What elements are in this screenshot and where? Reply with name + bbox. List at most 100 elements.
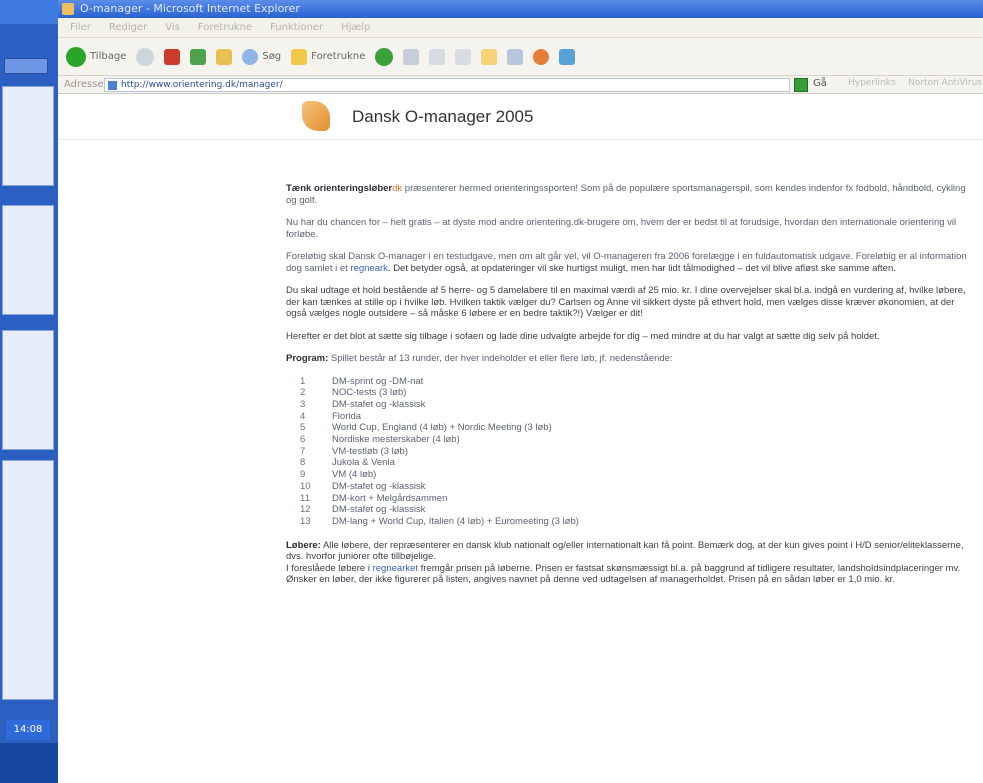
site-logo [302, 101, 330, 131]
forward-arrow-icon[interactable] [136, 47, 155, 66]
folder-icon[interactable] [481, 48, 498, 65]
history-icon[interactable] [403, 48, 420, 65]
list-item: 3 DM-stafet og -klassisk [300, 399, 976, 411]
list-item: 13 DM-lang + World Cup, Italien (4 løb) +… [300, 516, 976, 528]
round-number: 5 [300, 422, 306, 434]
address-url: http://www.orientering.dk/manager/ [121, 80, 283, 90]
round-number: 11 [300, 492, 310, 504]
loebere-a: Alle løbere, der repræsenterer en dansk … [286, 539, 964, 563]
loebere-paragraph: Løbere: Alle løbere, der repræsenterer e… [286, 540, 976, 586]
favorites-label: Foretrukne [311, 51, 366, 62]
back-button[interactable]: Tilbage [66, 46, 127, 67]
research-icon[interactable] [533, 48, 550, 65]
menu-help[interactable]: Hjælp [341, 22, 370, 33]
taskbar-panel [2, 330, 54, 450]
list-item: 12 DM-stafet og -klassisk [300, 504, 976, 516]
round-number: 13 [300, 515, 311, 527]
round-text: VM-testløb (3 løb) [332, 445, 409, 457]
round-text: DM-stafet og -klassisk [332, 398, 426, 410]
back-label: Tilbage [90, 51, 127, 62]
taskbar-panel [2, 460, 54, 700]
favorites-button[interactable]: Foretrukne [291, 48, 366, 65]
main-content: Tænk orienteringsløberdk præsenterer her… [286, 183, 976, 597]
discuss-icon[interactable] [559, 48, 576, 65]
messenger-icon[interactable] [507, 48, 524, 65]
taskbar-button[interactable] [4, 58, 48, 74]
search-icon [242, 48, 259, 65]
menu-edit[interactable]: Rediger [109, 22, 147, 33]
menu-tools[interactable]: Funktioner [270, 22, 323, 33]
page-icon [108, 81, 117, 90]
round-text: Florida [332, 410, 362, 422]
loebere-bold: Løbere: [286, 539, 321, 551]
search-button[interactable]: Søg [242, 48, 282, 65]
home-icon[interactable] [216, 48, 233, 65]
taskbar-top [0, 0, 58, 24]
browser-window: O-manager - Microsoft Internet Explorer … [58, 0, 983, 783]
menu-favorites[interactable]: Foretrukne [198, 22, 252, 33]
title-bar: O-manager - Microsoft Internet Explorer [58, 0, 983, 18]
list-item: 9 VM (4 løb) [300, 469, 976, 481]
loebere-b: I foreslåede løbere i [286, 562, 373, 574]
menu-file[interactable]: Filer [70, 22, 91, 33]
media-icon[interactable] [375, 47, 394, 66]
ie-icon [62, 3, 74, 15]
list-item: 4 Florida [300, 411, 976, 423]
round-number: 1 [300, 375, 306, 387]
list-item: 5 World Cup, England (4 løb) + Nordic Mee… [300, 422, 976, 434]
list-item: 7 VM-testløb (3 løb) [300, 446, 976, 458]
intro-bold: Tænk orienteringsløber [286, 183, 393, 194]
go-arrow-icon[interactable] [794, 78, 808, 92]
round-number: 8 [300, 457, 306, 469]
menu-view[interactable]: Vis [165, 22, 180, 33]
toolbar: Tilbage Søg Foretrukne [58, 38, 983, 76]
mail-icon[interactable] [429, 48, 446, 65]
list-item: 8 Jukola & Venla [300, 457, 976, 469]
window-title: O-manager - Microsoft Internet Explorer [80, 2, 300, 15]
round-number: 3 [300, 398, 306, 410]
address-bar: Adresse http://www.orientering.dk/manage… [58, 76, 983, 94]
program-paragraph: Program: Spillet består af 13 runder, de… [286, 353, 976, 365]
print-icon[interactable] [455, 48, 472, 65]
address-label: Adresse [64, 79, 104, 90]
round-text: Jukola & Venla [332, 457, 395, 469]
round-text: DM-stafet og -klassisk [332, 504, 426, 516]
paragraph-sofa: Herefter er det blot at sætte sig tilbag… [286, 330, 880, 342]
norton-label[interactable]: Norton AntiVirus [908, 78, 982, 88]
round-text: DM-sprint og -DM-nat [332, 375, 424, 387]
round-text: DM-lang + World Cup, Italien (4 løb) + E… [332, 515, 579, 527]
stop-icon[interactable] [164, 48, 181, 65]
go-label[interactable]: Gå [813, 78, 827, 89]
round-text: NOC-tests (3 løb) [332, 387, 407, 399]
round-number: 6 [300, 434, 306, 446]
list-item: 2 NOC-tests (3 løb) [300, 387, 976, 399]
intro-highlight: dk [392, 183, 403, 194]
round-number: 7 [300, 445, 306, 457]
spreadsheet-link[interactable]: regneark [350, 263, 388, 274]
page-title: Dansk O-manager 2005 [352, 107, 534, 126]
list-item: 1 DM-sprint og -DM-nat [300, 376, 976, 388]
paragraph-chance: Nu har du chancen for – helt gratis – at… [286, 217, 957, 240]
round-text: DM-kort + Melgårdsammen [332, 492, 448, 504]
menu-bar: Filer Rediger Vis Foretrukne Funktioner … [58, 18, 983, 38]
left-column [58, 140, 288, 783]
list-item: 10 DM-stafet og -klassisk [300, 481, 976, 493]
paragraph-team: Du skal udtage et hold bestående af 5 he… [286, 285, 966, 319]
program-bold: Program: [286, 353, 329, 364]
round-number: 9 [300, 469, 306, 481]
site-header: Dansk O-manager 2005 [58, 94, 983, 140]
taskbar-clock: 14:08 [6, 720, 50, 740]
back-arrow-icon [66, 46, 86, 67]
start-area[interactable] [0, 743, 58, 783]
taskbar-panel [2, 205, 54, 315]
p3-b: . Det betyder også, at opdateringer vil … [387, 262, 896, 274]
taskbar: 14:08 [0, 0, 58, 783]
round-text: Nordiske mesterskaber (4 løb) [332, 434, 460, 446]
spreadsheet-link-2[interactable]: regnearket [373, 563, 418, 574]
refresh-icon[interactable] [190, 48, 207, 65]
round-number: 10 [300, 480, 311, 492]
address-input[interactable]: http://www.orientering.dk/manager/ [104, 78, 790, 92]
links-label[interactable]: Hyperlinks [848, 78, 896, 88]
search-label: Søg [262, 51, 282, 62]
list-item: 11 DM-kort + Melgårdsammen [300, 493, 976, 505]
